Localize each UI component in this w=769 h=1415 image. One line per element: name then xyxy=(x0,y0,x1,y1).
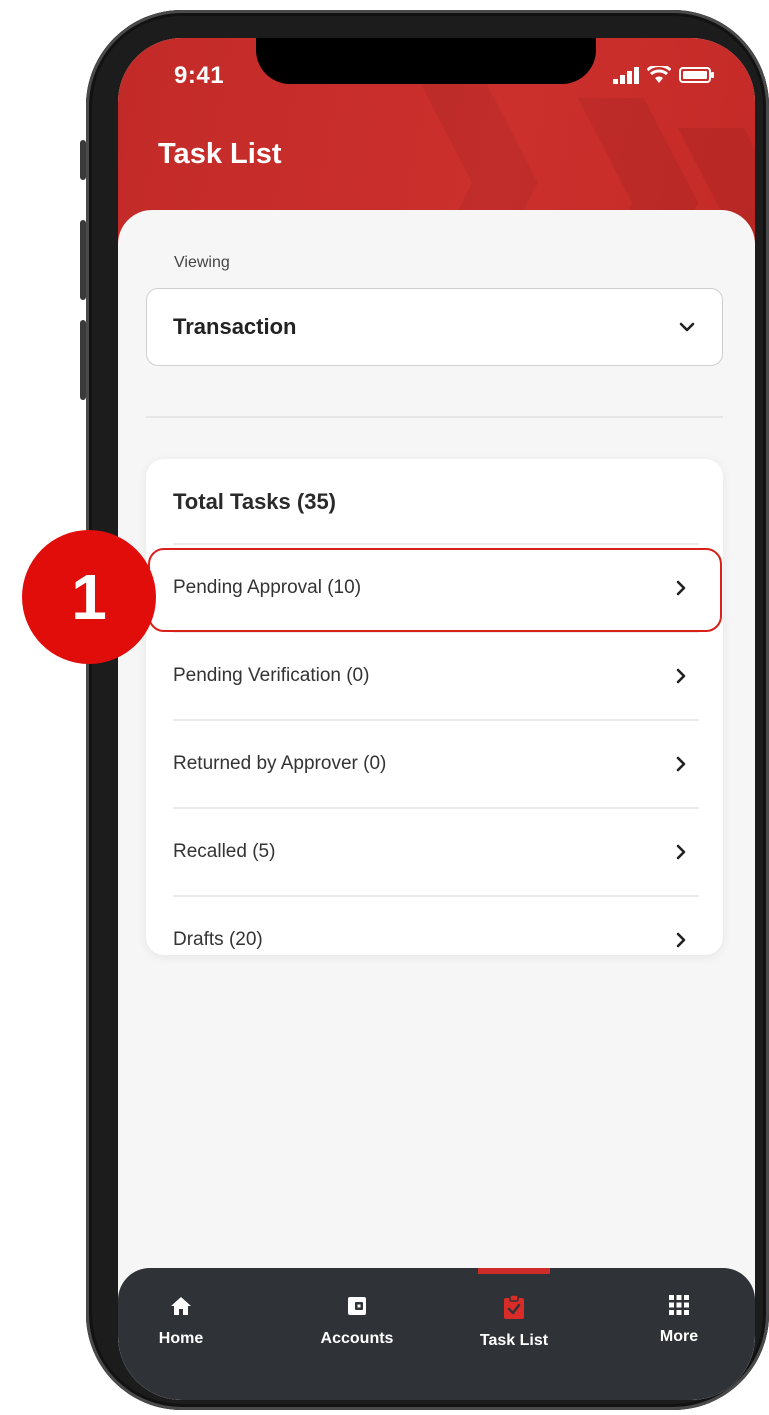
tasks-total-title: Total Tasks (35) xyxy=(173,489,337,514)
tab-more[interactable]: More xyxy=(624,1294,734,1346)
wifi-icon xyxy=(647,66,671,83)
chevron-right-icon xyxy=(676,668,686,684)
bottom-tab-bar: Home Accounts Task List More xyxy=(118,1268,755,1400)
home-icon xyxy=(171,1297,191,1315)
chevron-down-icon xyxy=(679,322,695,332)
task-item-label: Returned by Approver (0) xyxy=(173,753,387,774)
clipboard-check-icon xyxy=(504,1294,524,1319)
pending-approval-highlight xyxy=(148,548,722,632)
chevron-right-icon xyxy=(676,756,686,772)
chevron-right-icon xyxy=(676,932,686,948)
task-item-label: Pending Verification (0) xyxy=(173,665,370,686)
tab-accounts[interactable]: Accounts xyxy=(302,1294,412,1348)
tasks-card: Total Tasks (35) Pending Approval (10) P… xyxy=(146,459,723,955)
viewing-select-value: Transaction xyxy=(173,314,297,339)
section-divider xyxy=(146,416,723,418)
status-time: 9:41 xyxy=(174,62,225,89)
page-title: Task List xyxy=(158,138,282,170)
battery-icon xyxy=(679,67,714,83)
status-icons xyxy=(613,66,715,84)
step-badge: 1 xyxy=(22,530,156,664)
task-item-recalled[interactable]: Recalled (5) xyxy=(173,807,699,895)
tab-label: Accounts xyxy=(320,1330,394,1347)
viewing-select[interactable]: Transaction xyxy=(146,288,723,366)
phone-notch xyxy=(256,38,596,84)
viewing-label: Viewing xyxy=(174,254,230,271)
task-item-label: Recalled (5) xyxy=(173,841,276,862)
grid-icon xyxy=(669,1295,689,1315)
phone-screen: 9:41 Task List Viewing Transaction Total xyxy=(118,38,755,1400)
tab-label: Home xyxy=(158,1330,204,1347)
signal-icon xyxy=(613,67,639,84)
task-item-label: Drafts (20) xyxy=(173,929,263,950)
wallet-icon xyxy=(348,1297,366,1315)
chevron-right-icon xyxy=(676,844,686,860)
main-content: Viewing Transaction Total Tasks (35) Pen… xyxy=(118,210,755,1400)
active-tab-indicator xyxy=(478,1268,550,1274)
tab-label: Task List xyxy=(479,1332,549,1349)
task-item-returned-by-approver[interactable]: Returned by Approver (0) xyxy=(173,719,699,807)
tab-home[interactable]: Home xyxy=(126,1294,236,1348)
task-item-drafts[interactable]: Drafts (20) xyxy=(173,895,699,983)
tab-label: More xyxy=(659,1328,699,1345)
tab-task-list[interactable]: Task List xyxy=(459,1294,569,1350)
task-item-pending-verification[interactable]: Pending Verification (0) xyxy=(173,631,699,719)
